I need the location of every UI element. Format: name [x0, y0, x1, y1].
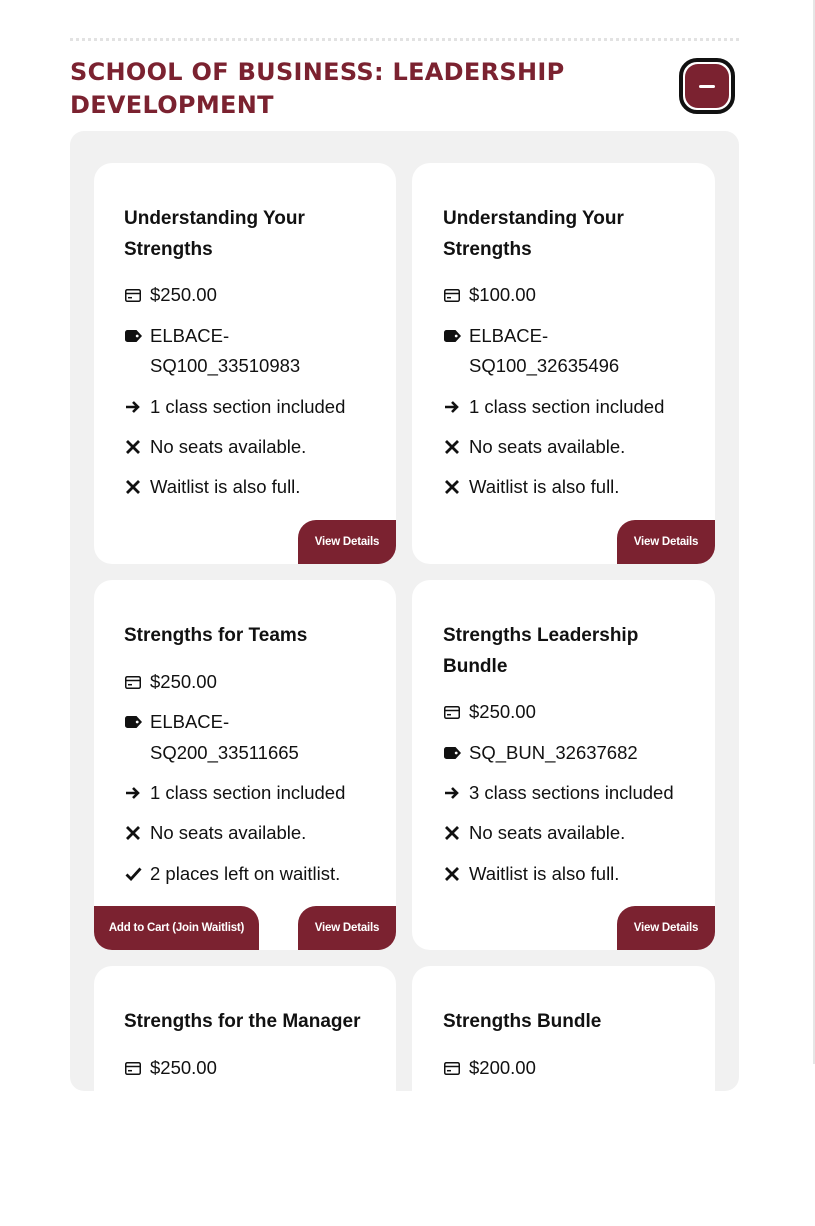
code-text-line2: SQ100_33510983 — [150, 355, 301, 376]
course-card: Strengths Bundle $200.00 — [412, 966, 715, 1226]
code-text-line1: ELBACE- — [469, 325, 549, 346]
seats-text: No seats available. — [469, 822, 626, 843]
course-list-panel: Understanding Your Strengths $250.00 ELB… — [70, 131, 739, 1226]
course-card: Strengths Leadership Bundle $250.00 SQ_B… — [412, 580, 715, 950]
waitlist-text: Waitlist is also full. — [469, 476, 620, 497]
course-title: Understanding Your Strengths — [443, 208, 624, 260]
arrow-right-icon — [124, 392, 142, 422]
minus-icon — [685, 64, 729, 108]
course-card: Strengths for the Manager $250.00 — [94, 966, 396, 1226]
price-text: $250.00 — [469, 701, 536, 722]
tag-icon — [443, 738, 461, 768]
add-to-cart-waitlist-button[interactable]: Add to Cart (Join Waitlist) — [94, 906, 259, 950]
price-text: $250.00 — [150, 1057, 217, 1078]
credit-card-icon — [124, 1053, 142, 1083]
tag-icon — [124, 707, 142, 737]
price-text: $250.00 — [150, 671, 217, 692]
code-text-line2: SQ100_32635496 — [469, 355, 620, 376]
code-text-line1: SQ_BUN_32637682 — [469, 742, 638, 763]
tag-icon — [443, 321, 461, 351]
credit-card-icon — [443, 1053, 461, 1083]
course-title: Strengths Leadership Bundle — [443, 625, 639, 677]
course-card: Strengths for Teams $250.00 ELBACE- SQ20… — [94, 580, 396, 950]
view-details-button[interactable]: View Details — [617, 520, 715, 564]
code-text-line1: ELBACE- — [150, 325, 230, 346]
credit-card-icon — [124, 280, 142, 310]
sections-text: 1 class section included — [150, 396, 346, 417]
view-details-button[interactable]: View Details — [298, 906, 396, 950]
x-icon — [124, 818, 142, 848]
waitlist-text: 2 places left on waitlist. — [150, 863, 341, 884]
x-icon — [443, 472, 461, 502]
waitlist-text: Waitlist is also full. — [150, 476, 301, 497]
arrow-right-icon — [443, 392, 461, 422]
section-divider — [70, 38, 739, 41]
course-title: Strengths Bundle — [443, 1011, 602, 1032]
course-card: Understanding Your Strengths $100.00 ELB… — [412, 163, 715, 564]
collapse-section-button[interactable] — [679, 58, 735, 114]
x-icon — [443, 859, 461, 889]
section-title: School of Business: Leadership Developme… — [70, 58, 565, 119]
waitlist-text: Waitlist is also full. — [469, 863, 620, 884]
course-card: Understanding Your Strengths $250.00 ELB… — [94, 163, 396, 564]
seats-text: No seats available. — [150, 436, 307, 457]
x-icon — [443, 818, 461, 848]
check-icon — [124, 859, 142, 889]
x-icon — [124, 472, 142, 502]
credit-card-icon — [443, 697, 461, 727]
price-text: $200.00 — [469, 1057, 536, 1078]
view-details-button[interactable]: View Details — [298, 520, 396, 564]
course-title: Strengths for Teams — [124, 625, 308, 646]
sections-text: 1 class section included — [150, 782, 346, 803]
course-title: Strengths for the Manager — [124, 1011, 361, 1032]
price-text: $250.00 — [150, 284, 217, 305]
credit-card-icon — [124, 667, 142, 697]
sections-text: 3 class sections included — [469, 782, 674, 803]
arrow-right-icon — [124, 778, 142, 808]
seats-text: No seats available. — [150, 822, 307, 843]
x-icon — [124, 432, 142, 462]
course-title: Understanding Your Strengths — [124, 208, 305, 260]
seats-text: No seats available. — [469, 436, 626, 457]
view-details-button[interactable]: View Details — [617, 906, 715, 950]
price-text: $100.00 — [469, 284, 536, 305]
code-text-line1: ELBACE- — [150, 711, 230, 732]
x-icon — [443, 432, 461, 462]
sections-text: 1 class section included — [469, 396, 665, 417]
arrow-right-icon — [443, 778, 461, 808]
code-text-line2: SQ200_33511665 — [150, 742, 299, 763]
tag-icon — [124, 321, 142, 351]
credit-card-icon — [443, 280, 461, 310]
